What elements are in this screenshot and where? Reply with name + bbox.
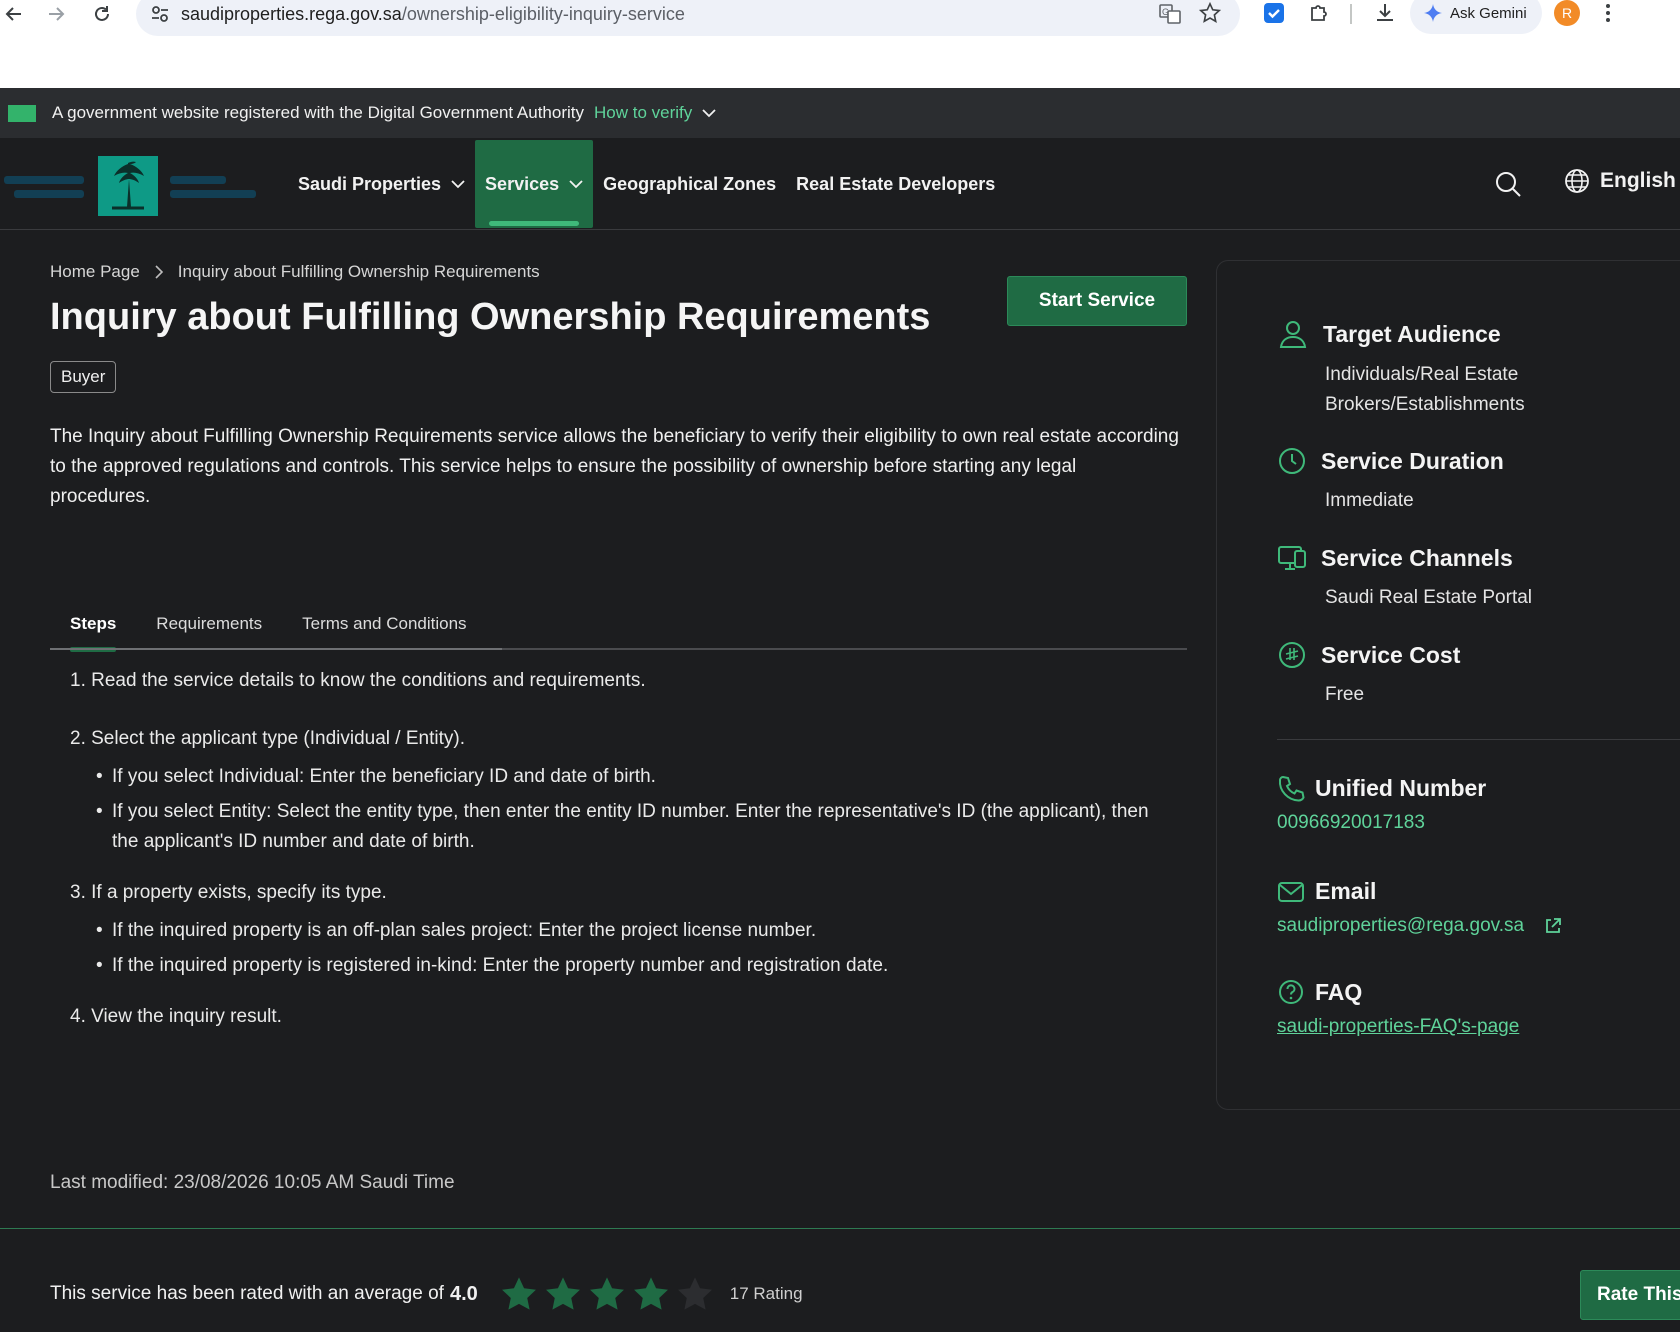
- service-channels-value: Saudi Real Estate Portal: [1325, 587, 1533, 608]
- panel-divider: [1277, 739, 1680, 740]
- star-filled-icon: [633, 1277, 668, 1310]
- service-cost-block: Service Cost Free: [1277, 640, 1460, 710]
- faq-link[interactable]: saudi-properties-FAQ's-page: [1277, 1016, 1519, 1038]
- service-channels-block: Service Channels Saudi Real Estate Porta…: [1277, 543, 1532, 613]
- external-link-icon: [1546, 918, 1561, 933]
- rating-summary: This service has been rated with an aver…: [50, 1275, 803, 1313]
- step-bullet: If the inquired property is registered i…: [70, 951, 1180, 981]
- service-tabs: Steps Requirements Terms and Conditions: [50, 600, 1187, 652]
- step-bullet: If you select Individual: Enter the bene…: [70, 762, 1180, 792]
- step-bullet: If the inquired property is an off-plan …: [70, 916, 1180, 946]
- step-item: 4. View the inquiry result.: [70, 1006, 282, 1027]
- nav-real-estate-developers[interactable]: Real Estate Developers: [786, 138, 1005, 230]
- email-block: Email saudiproperties@rega.gov.sa: [1277, 878, 1562, 937]
- main-nav: Saudi Properties Services Geographical Z…: [288, 138, 1005, 230]
- phone-icon: [1278, 775, 1305, 802]
- tab-requirements[interactable]: Requirements: [136, 600, 282, 648]
- chevron-down-icon: [569, 180, 583, 189]
- reload-icon[interactable]: [88, 0, 116, 28]
- search-icon[interactable]: [1494, 170, 1522, 198]
- extension-checkbox-icon[interactable]: [1263, 2, 1285, 24]
- toolbar-divider: [1350, 4, 1352, 24]
- step-item: 2. Select the applicant type (Individual…: [70, 728, 465, 749]
- mail-icon: [1278, 881, 1304, 902]
- nav-saudi-properties[interactable]: Saudi Properties: [288, 138, 475, 230]
- service-duration-value: Immediate: [1325, 490, 1414, 511]
- star-empty-icon: [677, 1277, 712, 1310]
- ask-gemini-label: Ask Gemini: [1450, 4, 1527, 22]
- chevron-down-icon: [702, 109, 716, 118]
- breadcrumb: Home Page Inquiry about Fulfilling Owner…: [50, 262, 540, 282]
- target-audience-block: Target Audience Individuals/Real Estate …: [1277, 318, 1585, 420]
- star-filled-icon: [545, 1277, 580, 1310]
- faq-block: FAQ saudi-properties-FAQ's-page: [1277, 978, 1520, 1038]
- breadcrumb-current: Inquiry about Fulfilling Ownership Requi…: [177, 262, 540, 281]
- service-cost-value: Free: [1325, 684, 1365, 705]
- browser-toolbar: saudiproperties.rega.gov.sa/ownership-el…: [0, 0, 1680, 88]
- step-bullet: If you select Entity: Select the entity …: [70, 797, 1180, 857]
- start-service-button[interactable]: Start Service: [1007, 276, 1187, 326]
- gemini-sparkle-icon: [1424, 4, 1442, 22]
- page-title: Inquiry about Fulfilling Ownership Requi…: [50, 296, 931, 338]
- tab-terms-and-conditions[interactable]: Terms and Conditions: [282, 600, 486, 648]
- audience-badge: Buyer: [50, 361, 117, 393]
- step-bullets: If you select Individual: Enter the bene…: [70, 762, 1180, 857]
- steps-list: 1. Read the service details to know the …: [70, 666, 1180, 1032]
- site-header: Saudi Properties Services Geographical Z…: [0, 138, 1680, 230]
- unified-number-block: Unified Number 00966920017183: [1277, 774, 1487, 834]
- bookmark-star-icon[interactable]: [1199, 2, 1221, 24]
- svg-text:G: G: [1162, 7, 1169, 17]
- rating-average: 4.0: [449, 1282, 478, 1305]
- extensions-puzzle-icon[interactable]: [1308, 2, 1330, 24]
- gov-banner: A government website registered with the…: [0, 88, 1680, 138]
- rating-text: This service has been rated with an aver…: [50, 1283, 444, 1304]
- service-description: The Inquiry about Fulfilling Ownership R…: [50, 426, 1179, 507]
- nav-services[interactable]: Services: [475, 140, 594, 228]
- translate-icon[interactable]: G: [1158, 2, 1182, 26]
- riyal-coin-icon: [1279, 642, 1305, 668]
- active-nav-indicator: [489, 221, 580, 226]
- profile-avatar[interactable]: R: [1554, 0, 1580, 26]
- saudi-properties-logo[interactable]: [0, 148, 262, 220]
- footer-divider: [0, 1228, 1680, 1229]
- rating-count: 17 Rating: [729, 1284, 803, 1303]
- language-switcher[interactable]: English: [1564, 168, 1676, 194]
- question-circle-icon: [1279, 980, 1303, 1004]
- step-bullets: If the inquired property is an off-plan …: [70, 916, 1180, 981]
- person-icon: [1279, 321, 1307, 348]
- unified-number-link[interactable]: 00966920017183: [1277, 812, 1486, 834]
- clock-icon: [1279, 448, 1305, 474]
- step-item: 3. If a property exists, specify its typ…: [70, 882, 387, 903]
- how-to-verify-link[interactable]: How to verify: [594, 103, 716, 123]
- target-audience-value: Individuals/Real Estate Brokers/Establis…: [1325, 364, 1525, 415]
- forward-arrow-icon[interactable]: [42, 0, 70, 28]
- gov-banner-text: A government website registered with the…: [52, 103, 584, 122]
- star-filled-icon: [501, 1277, 536, 1310]
- star-filled-icon: [589, 1277, 624, 1310]
- tab-steps[interactable]: Steps: [50, 600, 136, 652]
- breadcrumb-home-link[interactable]: Home Page: [50, 262, 140, 282]
- rate-this-button[interactable]: Rate This: [1580, 1270, 1680, 1320]
- kebab-menu-icon[interactable]: [1604, 2, 1612, 24]
- step-item: 1. Read the service details to know the …: [70, 670, 646, 691]
- email-link[interactable]: saudiproperties@rega.gov.sa: [1277, 915, 1562, 937]
- chevron-down-icon: [451, 180, 465, 189]
- service-duration-block: Service Duration Immediate: [1277, 446, 1504, 516]
- ask-gemini-button[interactable]: Ask Gemini: [1410, 0, 1542, 34]
- monitor-phone-icon: [1278, 546, 1306, 570]
- download-icon[interactable]: [1374, 2, 1396, 24]
- rating-stars: [500, 1275, 714, 1313]
- last-modified: Last modified: 23/08/2026 10:05 AM Saudi…: [50, 1172, 455, 1193]
- nav-geographical-zones[interactable]: Geographical Zones: [593, 138, 786, 230]
- url-text[interactable]: saudiproperties.rega.gov.sa/ownership-el…: [181, 4, 685, 25]
- chevron-right-icon: [155, 265, 163, 279]
- site-info-icon[interactable]: [150, 4, 170, 24]
- language-label: English: [1600, 169, 1676, 192]
- tabs-underline: [50, 648, 502, 650]
- saudi-flag-icon: [8, 104, 36, 122]
- globe-icon: [1565, 169, 1589, 193]
- back-arrow-icon[interactable]: [0, 0, 28, 28]
- address-bar[interactable]: saudiproperties.rega.gov.sa/ownership-el…: [136, 0, 1240, 36]
